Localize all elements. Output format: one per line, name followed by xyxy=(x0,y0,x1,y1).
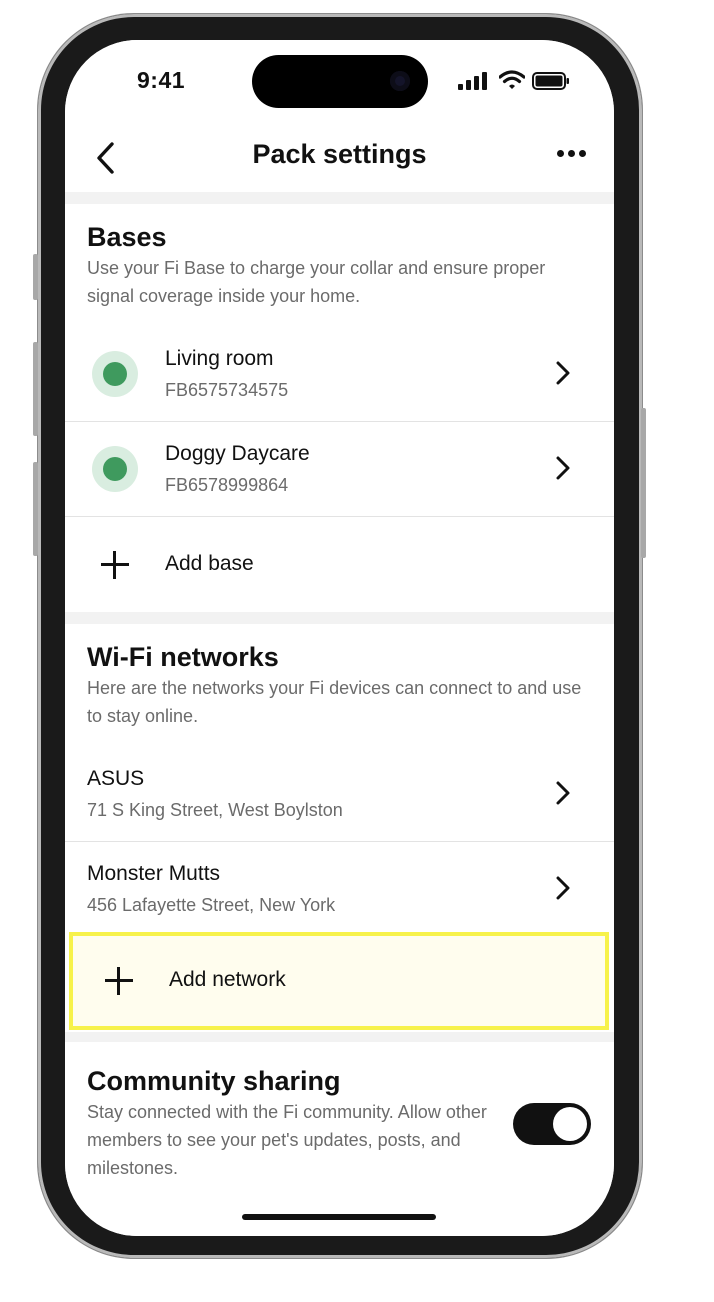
camera-icon xyxy=(390,71,410,91)
community-sharing-toggle[interactable] xyxy=(513,1103,591,1145)
bases-section: Bases Use your Fi Base to charge your co… xyxy=(65,204,614,612)
chevron-right-icon xyxy=(556,876,570,900)
base-status-icon xyxy=(92,446,138,492)
base-id: FB6575734575 xyxy=(165,380,289,400)
add-network-label: Add network xyxy=(169,968,286,991)
add-network-button[interactable]: Add network xyxy=(69,932,609,1030)
network-address: 456 Lafayette Street, New York xyxy=(87,895,336,915)
plus-icon xyxy=(101,551,129,579)
base-name: Doggy Daycare xyxy=(165,442,310,465)
battery-icon xyxy=(532,72,569,90)
base-item[interactable]: Doggy Daycare FB6578999864 xyxy=(65,421,614,517)
wifi-icon xyxy=(499,70,525,89)
plus-icon xyxy=(105,967,133,995)
community-description: Stay connected with the Fi community. Al… xyxy=(87,1102,487,1178)
wifi-description: Here are the networks your Fi devices ca… xyxy=(87,678,582,726)
status-time: 9:41 xyxy=(137,67,186,93)
bases-description: Use your Fi Base to charge your collar a… xyxy=(87,258,546,306)
status-bar: 9:41 xyxy=(65,40,614,130)
wifi-title: Wi-Fi networks xyxy=(87,642,279,672)
chevron-right-icon xyxy=(556,456,570,480)
more-options-icon[interactable] xyxy=(557,150,587,160)
home-indicator[interactable] xyxy=(242,1214,436,1220)
base-item[interactable]: Living room FB6575734575 xyxy=(65,326,614,422)
base-id: FB6578999864 xyxy=(165,475,289,495)
wifi-network-item[interactable]: Monster Mutts 456 Lafayette Street, New … xyxy=(65,841,614,936)
base-name: Living room xyxy=(165,347,274,370)
page-title: Pack settings xyxy=(252,139,427,169)
volume-up-button xyxy=(33,342,38,436)
add-base-label: Add base xyxy=(165,552,254,575)
network-address: 71 S King Street, West Boylston xyxy=(87,800,343,820)
community-title: Community sharing xyxy=(87,1066,341,1096)
power-button xyxy=(641,408,646,558)
screen: 9:41 Pack settings Bases Use your Fi Bas… xyxy=(65,40,614,1236)
nav-bar: Pack settings xyxy=(65,130,614,192)
dynamic-island xyxy=(252,55,428,108)
network-name: Monster Mutts xyxy=(87,862,221,885)
base-status-icon xyxy=(92,351,138,397)
bases-title: Bases xyxy=(87,222,167,252)
action-button xyxy=(33,254,38,300)
wifi-network-item[interactable]: ASUS 71 S King Street, West Boylston xyxy=(65,746,614,842)
chevron-right-icon xyxy=(556,361,570,385)
volume-down-button xyxy=(33,462,38,556)
toggle-knob xyxy=(553,1107,587,1141)
chevron-right-icon xyxy=(556,781,570,805)
add-base-button[interactable]: Add base xyxy=(65,517,614,612)
network-name: ASUS xyxy=(87,767,145,790)
cellular-signal-icon xyxy=(458,72,487,90)
